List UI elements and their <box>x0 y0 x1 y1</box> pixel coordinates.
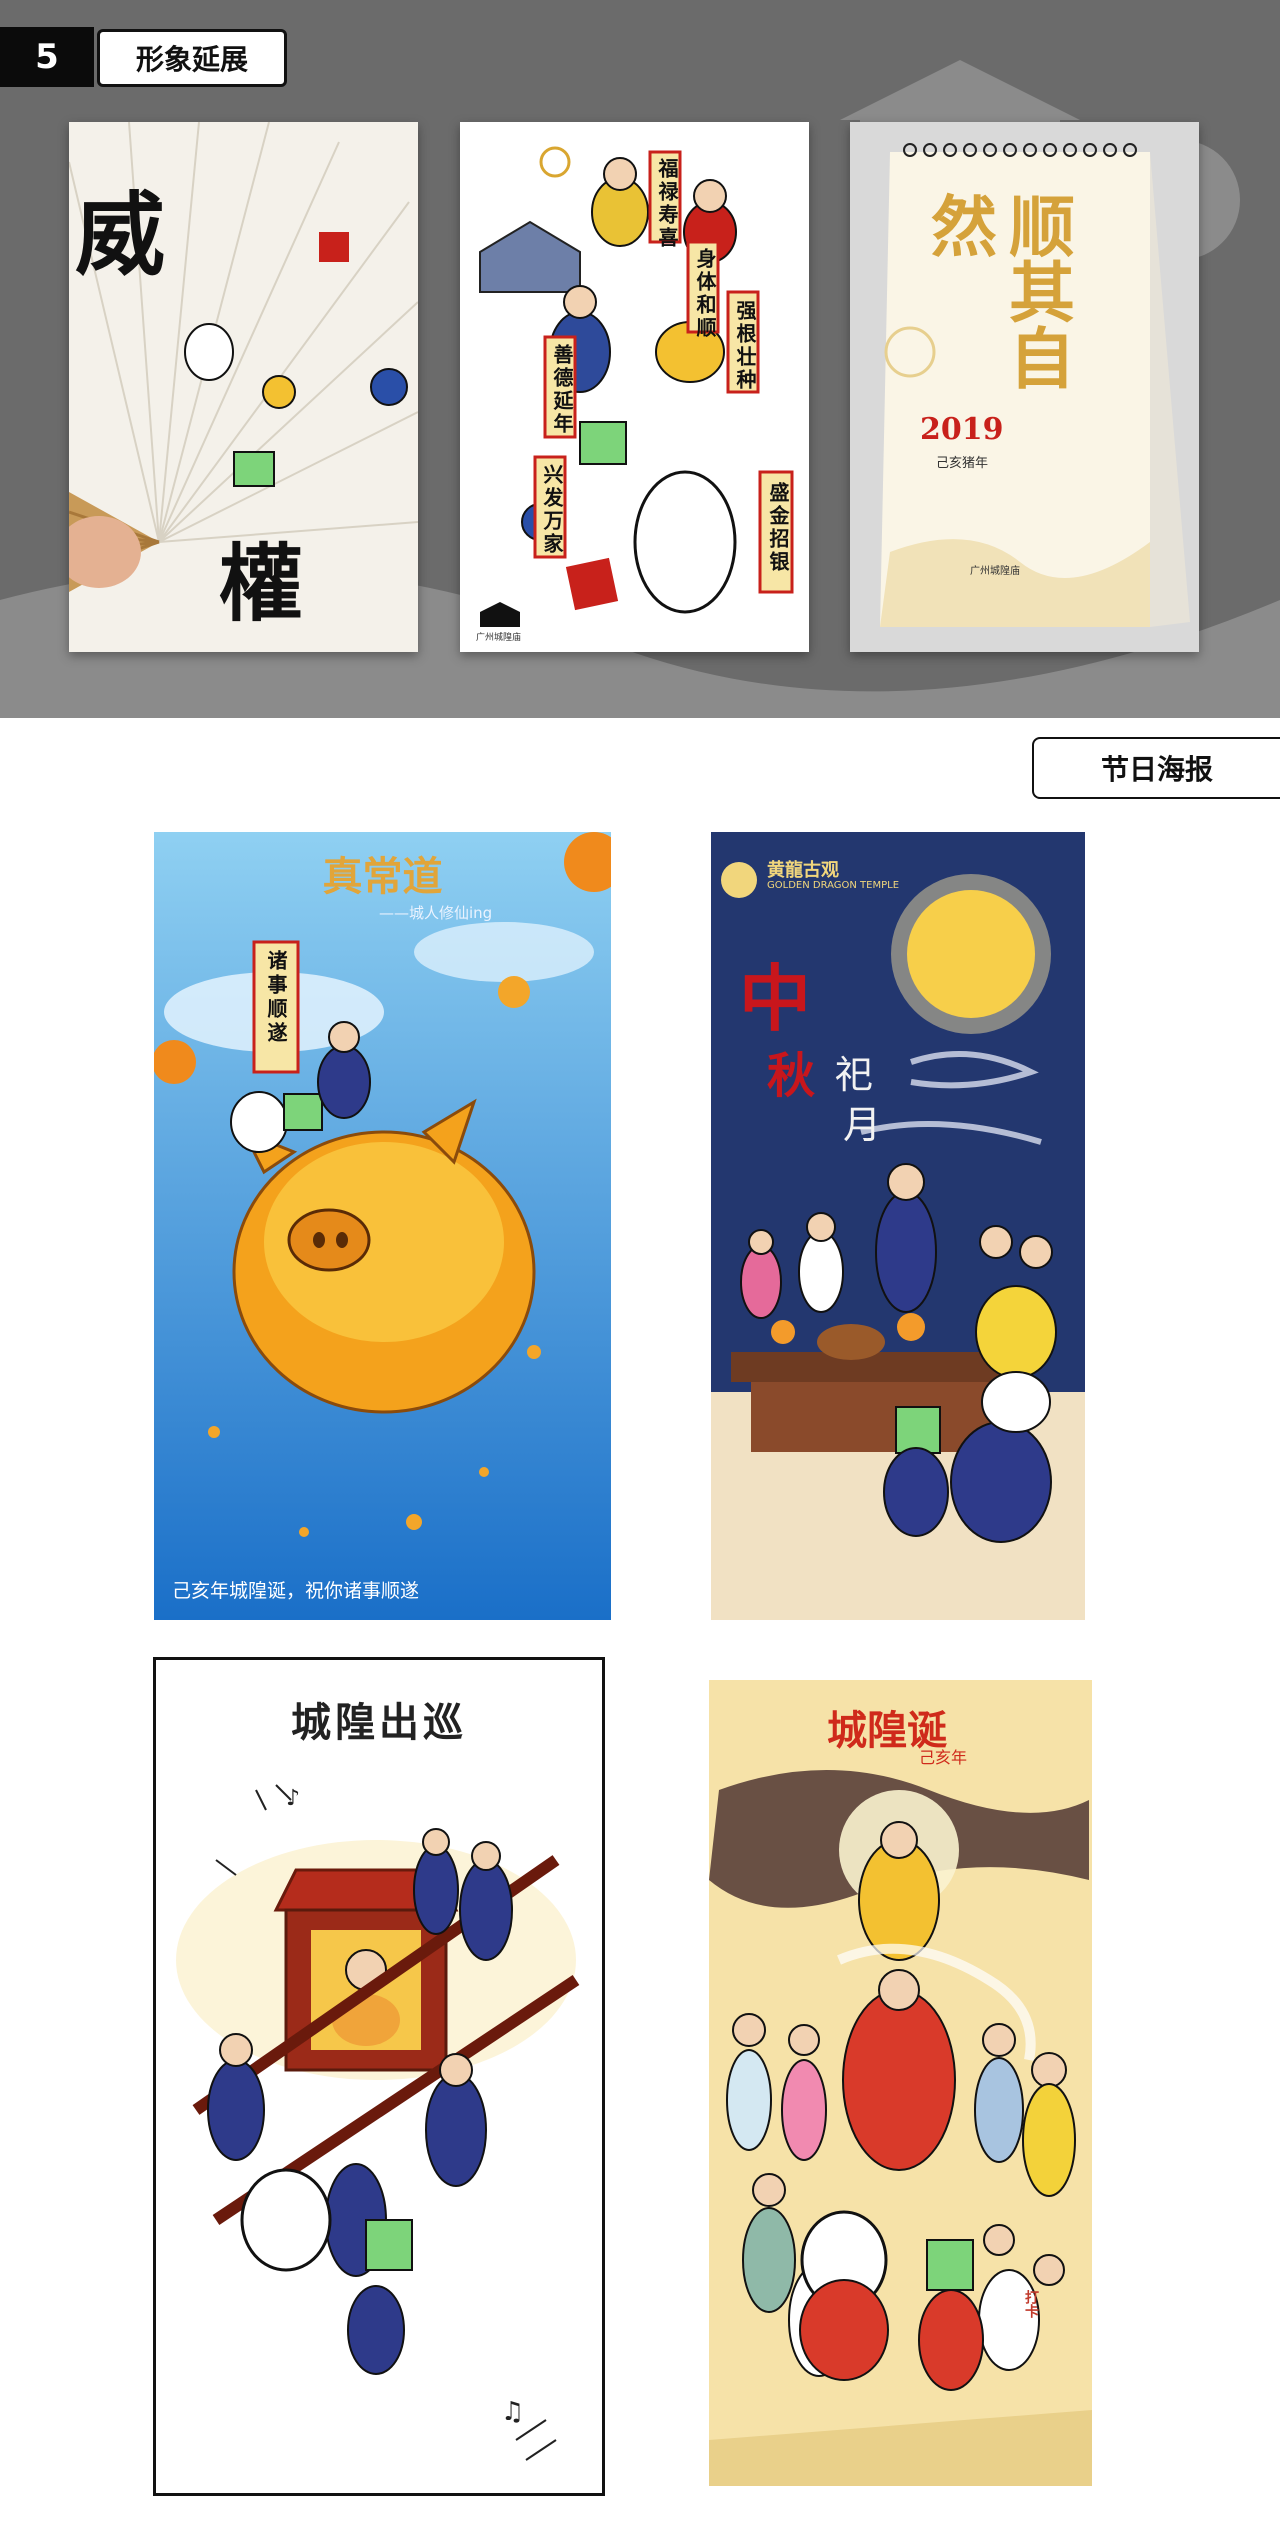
procession-illustration: ♪ ♫ <box>156 1660 602 2493</box>
holiday-posters-tag: 节日海报 <box>1032 737 1280 799</box>
illustration-print-mockup: 福禄寿喜 身体和顺 强根壮种 善德延年 兴发万家 盛金招银 广州城隍庙 <box>460 122 809 652</box>
scroll-banner-1: 福禄寿喜 <box>655 158 679 250</box>
poster-mid-autumn: 黄龍古观 GOLDEN DRAGON TEMPLE 中 秋 祀 月 <box>711 832 1085 1620</box>
fan-mockup: 威 權 <box>69 122 418 652</box>
poster-procession: ♪ ♫ 城隍出巡 <box>153 1657 605 2496</box>
birthday-illustration <box>709 1680 1092 2486</box>
mid-autumn-char-zhong: 中 <box>739 956 812 1041</box>
birthday-poster-subtitle: 己亥年 <box>919 1748 968 1767</box>
extension-section: 5 形象延展 威 權 福禄寿喜 身体和顺 强根壮种 善德延年 兴发万家 盛金招银… <box>0 0 1280 718</box>
scroll-logo-caption: 广州城隍庙 <box>476 633 522 643</box>
fan-calligraphy-bottom: 權 <box>219 534 304 633</box>
fan-calligraphy-top: 威 <box>75 182 165 288</box>
scroll-banner-2: 身体和顺 <box>693 248 717 340</box>
mid-autumn-brand: 黄龍古观 <box>767 860 839 881</box>
section-number: 5 <box>0 27 94 87</box>
calendar-year-sub: 己亥猪年 <box>936 456 989 471</box>
pig-poster-greeting: 己亥年城隍诞，祝你诸事顺遂 <box>172 1580 420 1602</box>
mid-autumn-brand-sub: GOLDEN DRAGON TEMPLE <box>767 880 900 891</box>
scroll-banner-4: 善德延年 <box>550 344 574 436</box>
mid-autumn-char-yue: 月 <box>843 1103 882 1147</box>
section-title: 形象延展 <box>97 29 287 87</box>
pig-poster-banner: 诸事顺遂 <box>264 950 288 1046</box>
calendar-year: 2019 <box>920 412 1004 447</box>
calendar-footer: 广州城隍庙 <box>970 566 1020 577</box>
pig-poster-title: 真常道 <box>322 853 443 900</box>
birthday-shirt-text: 打卡 <box>1023 2290 1039 2318</box>
poster-pig: 真常道 ——城人修仙ing 诸事顺遂 己亥年城隍诞，祝你诸事顺遂 <box>154 832 611 1620</box>
mid-autumn-char-ji: 祀 <box>835 1053 874 1097</box>
scroll-banner-3: 强根壮种 <box>733 300 757 392</box>
pig-poster-subtitle: ——城人修仙ing <box>379 904 493 922</box>
pig-illustration <box>154 832 611 1620</box>
svg-text:♪: ♪ <box>286 1786 300 1811</box>
scroll-banner-5: 兴发万家 <box>540 464 564 556</box>
mid-autumn-char-qiu: 秋 <box>767 1048 816 1104</box>
procession-poster-title: 城隍出巡 <box>291 1699 467 1746</box>
calendar-main-text: 顺其自然 <box>920 192 1076 390</box>
poster-birthday: 城隍诞 己亥年 打卡 <box>709 1680 1092 2486</box>
scroll-banner-6: 盛金招银 <box>766 482 790 574</box>
calendar-mockup: 顺其自然 2019 己亥猪年 广州城隍庙 <box>850 122 1199 652</box>
svg-text:♫: ♫ <box>501 2397 524 2427</box>
